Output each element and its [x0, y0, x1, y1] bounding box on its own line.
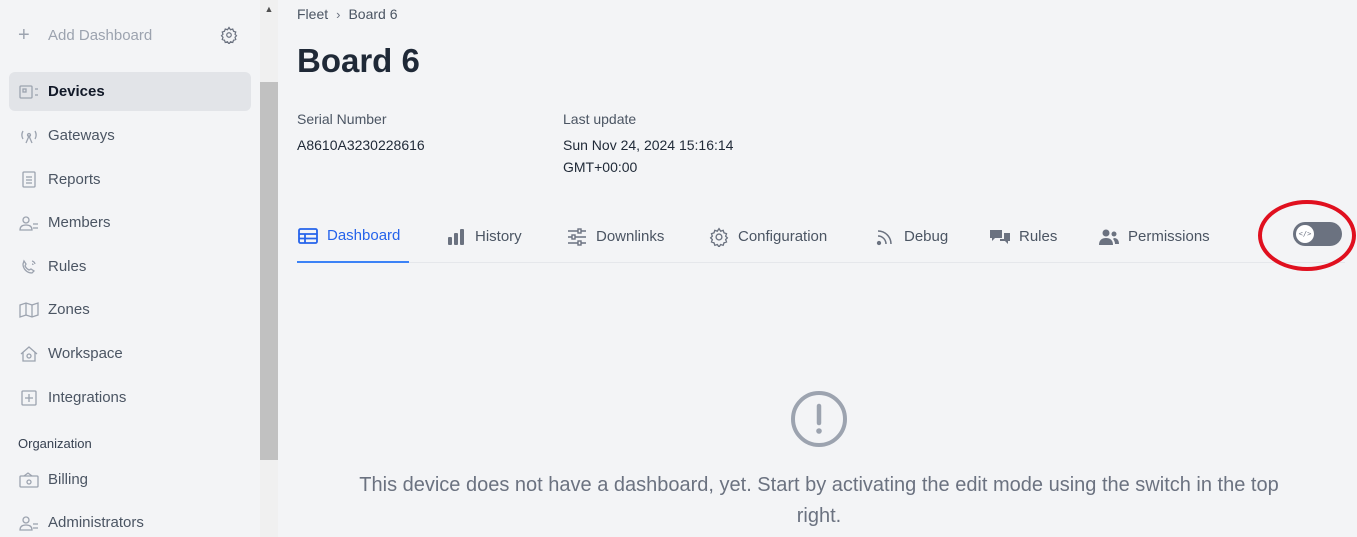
sidebar-item-label: Workspace	[48, 345, 123, 362]
highlight-annotation-circle	[1258, 200, 1356, 271]
sidebar-item-gateways[interactable]: Gateways	[9, 116, 251, 155]
sidebar-item-devices[interactable]: Devices	[9, 72, 251, 111]
tab-bar: Dashboard History Downlinks Configuratio…	[297, 210, 1345, 263]
scroll-up-arrow-icon[interactable]: ▲	[260, 0, 278, 18]
tab-label: Configuration	[738, 228, 828, 245]
empty-state-message: This device does not have a dashboard, y…	[359, 474, 1279, 527]
breadcrumb-fleet-link[interactable]: Fleet	[297, 6, 328, 22]
rules-icon	[18, 259, 39, 275]
sidebar-item-workspace[interactable]: Workspace	[9, 334, 251, 373]
sidebar-item-administrators[interactable]: Administrators	[9, 503, 251, 537]
sidebar-item-label: Members	[48, 214, 111, 231]
bar-chart-icon	[445, 227, 467, 247]
administrators-icon	[18, 515, 39, 531]
sliders-icon	[566, 227, 588, 247]
tab-label: Downlinks	[596, 228, 665, 245]
last-update-timezone: GMT+00:00	[563, 159, 638, 175]
sidebar-item-reports[interactable]: Reports	[9, 160, 251, 199]
map-icon	[18, 301, 39, 318]
last-update-date: Sun Nov 24, 2024 15:16:14	[563, 137, 734, 153]
tab-label: Debug	[904, 228, 949, 245]
chevron-right-icon: ›	[336, 6, 341, 22]
tab-history[interactable]: History	[445, 210, 522, 263]
sidebar-item-label: Devices	[48, 83, 105, 100]
add-dashboard-button[interactable]: + Add Dashboard	[18, 22, 240, 48]
tab-downlinks[interactable]: Downlinks	[566, 210, 664, 263]
last-update-value: Sun Nov 24, 2024 15:16:14 GMT+00:00	[563, 134, 733, 178]
sidebar-item-billing[interactable]: Billing	[9, 460, 251, 499]
breadcrumb-current: Board 6	[348, 6, 398, 22]
workspace-icon	[18, 345, 39, 362]
devices-icon	[18, 84, 39, 100]
sidebar-item-label: Reports	[48, 171, 101, 188]
users-icon	[1098, 227, 1120, 247]
sidebar-item-label: Rules	[48, 258, 87, 275]
last-update-label: Last update	[563, 111, 637, 127]
main-content: Fleet › Board 6 Board 6 Serial Number A8…	[278, 0, 1357, 537]
tab-label: Permissions	[1128, 228, 1210, 245]
sidebar-item-label: Gateways	[48, 127, 115, 144]
sidebar-item-integrations[interactable]: Integrations	[9, 378, 251, 417]
sidebar-scrollbar[interactable]: ▲	[260, 0, 278, 537]
tab-label: Dashboard	[327, 227, 401, 244]
gear-icon	[708, 226, 730, 247]
plus-icon: +	[18, 23, 30, 46]
sidebar-item-label: Administrators	[48, 514, 144, 531]
tab-label: Rules	[1019, 228, 1058, 245]
billing-icon	[18, 471, 39, 488]
page-title: Board 6	[297, 42, 420, 79]
signal-icon	[874, 227, 896, 247]
chat-icon	[989, 227, 1011, 247]
sidebar-item-label: Integrations	[48, 389, 127, 406]
sidebar-item-members[interactable]: Members	[9, 203, 251, 242]
sidebar-item-label: Zones	[48, 301, 90, 318]
tab-debug[interactable]: Debug	[874, 210, 948, 263]
tab-permissions[interactable]: Permissions	[1098, 210, 1210, 263]
tab-configuration[interactable]: Configuration	[708, 210, 827, 263]
sidebar-item-zones[interactable]: Zones	[9, 290, 251, 329]
serial-number-label: Serial Number	[297, 111, 387, 127]
tab-label: History	[475, 228, 522, 245]
sidebar-item-rules[interactable]: Rules	[9, 247, 251, 286]
table-icon	[297, 226, 319, 246]
gateway-icon	[18, 128, 39, 144]
section-label-organization: Organization	[18, 436, 92, 451]
tab-rules[interactable]: Rules	[989, 210, 1057, 263]
scrollbar-thumb[interactable]	[260, 82, 278, 460]
breadcrumb: Fleet › Board 6	[297, 6, 398, 22]
tab-dashboard[interactable]: Dashboard	[297, 210, 409, 263]
serial-number-value: A8610A3230228616	[297, 137, 425, 153]
sidebar-item-label: Billing	[48, 471, 89, 488]
alert-circle-icon	[790, 390, 848, 448]
add-dashboard-label: Add Dashboard	[48, 26, 153, 44]
report-icon	[18, 171, 39, 188]
sidebar: + Add Dashboard Devices Gateways Reports…	[0, 0, 260, 537]
integrations-icon	[18, 389, 39, 406]
members-icon	[18, 215, 39, 231]
gear-icon[interactable]	[220, 26, 238, 48]
